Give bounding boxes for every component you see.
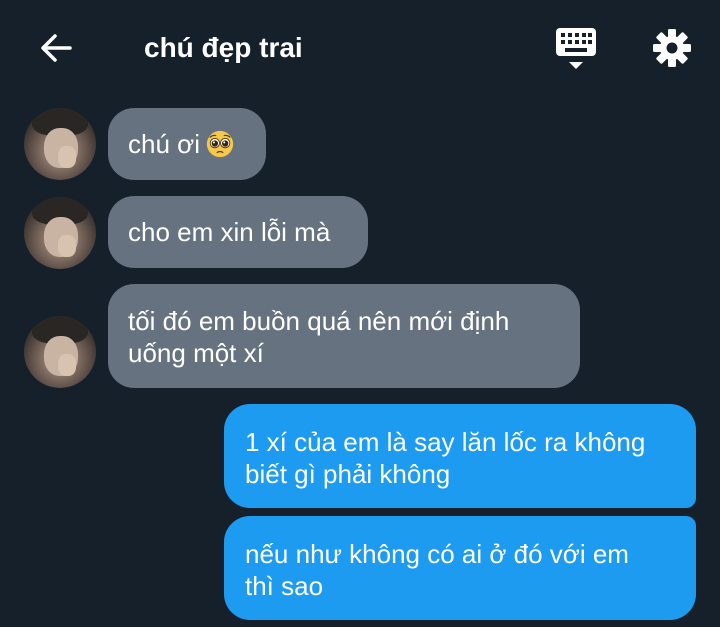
keyboard-button[interactable] (552, 26, 600, 72)
avatar[interactable] (24, 316, 96, 388)
pleading-face-emoji (206, 130, 234, 158)
chat-header: chú đẹp trai (0, 0, 720, 96)
conversation-title: chú đẹp trai (144, 32, 303, 63)
message-bubble-outgoing[interactable]: 1 xí của em là say lăn lốc ra không biết… (224, 404, 696, 508)
message-text-line: uống một xí (128, 338, 264, 368)
message-text-line: tối đó em buồn quá nên mới định (128, 306, 510, 336)
message-text: chú ơi (128, 129, 200, 159)
message-text-line: thì sao (245, 571, 324, 601)
message-text: cho em xin lỗi mà (128, 217, 331, 247)
settings-button[interactable] (648, 26, 696, 70)
message-bubble-incoming[interactable]: cho em xin lỗi mà (108, 196, 368, 268)
gear-icon (653, 29, 691, 67)
message-text-line: 1 xí của em là say lăn lốc ra không (245, 427, 646, 457)
message-bubble-incoming[interactable]: tối đó em buồn quá nên mới định uống một… (108, 284, 580, 388)
avatar[interactable] (24, 108, 96, 180)
message-text-line: nếu như không có ai ở đó với em (245, 539, 629, 569)
keyboard-icon (556, 28, 596, 69)
back-button[interactable] (34, 28, 78, 68)
message-text-line: biết gì phải không (245, 459, 451, 489)
avatar[interactable] (24, 197, 96, 269)
arrow-left-icon (41, 34, 72, 62)
message-bubble-incoming[interactable]: chú ơi (108, 108, 266, 180)
message-bubble-outgoing[interactable]: nếu như không có ai ở đó với em thì sao (224, 516, 696, 620)
